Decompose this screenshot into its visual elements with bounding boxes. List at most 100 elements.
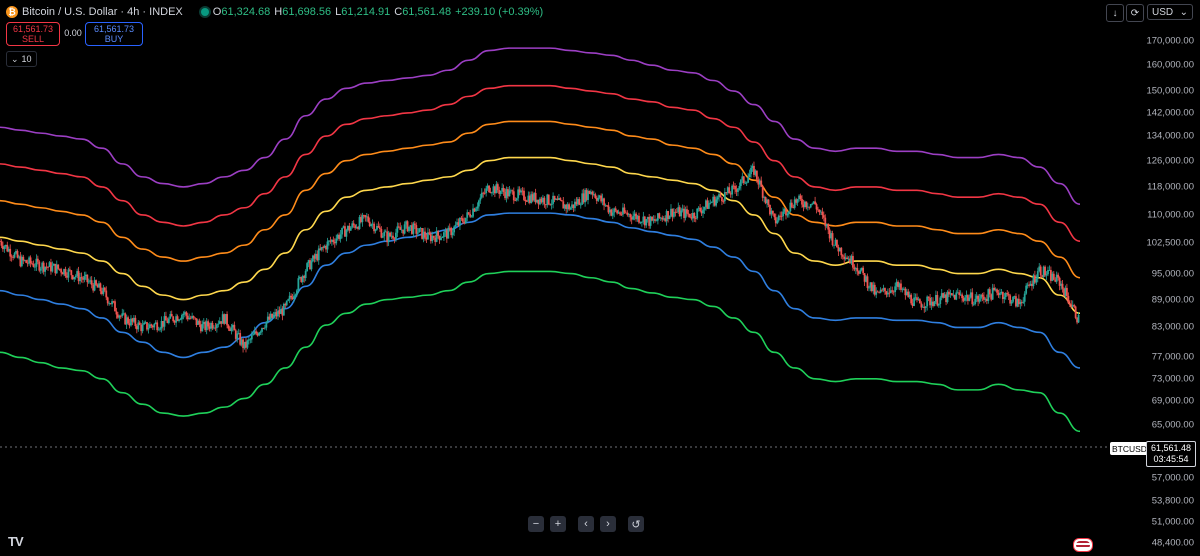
- candle: [805, 201, 808, 210]
- candle: [955, 290, 958, 301]
- minus-icon: −: [532, 518, 540, 530]
- candle: [1052, 270, 1055, 281]
- chevron-left-icon: ‹: [584, 518, 588, 530]
- candle: [645, 218, 648, 228]
- y-tick-label: 57,000.00: [1151, 472, 1194, 484]
- bitcoin-icon: ₿: [6, 6, 18, 18]
- zoom-in-button[interactable]: +: [550, 516, 566, 532]
- candle: [464, 217, 467, 225]
- candle: [983, 292, 985, 304]
- price-axis[interactable]: 170,000.00 160,000.00 150,000.00 142,000.00…: [1138, 0, 1200, 556]
- candle: [345, 228, 348, 242]
- candle: [44, 266, 47, 277]
- candle: [211, 320, 214, 331]
- y-tick-label: 65,000.00: [1151, 419, 1194, 431]
- candle: [1058, 276, 1061, 291]
- candle: [991, 283, 994, 300]
- buy-price: 61,561.73: [93, 24, 135, 34]
- candle: [737, 187, 739, 197]
- candle: [742, 175, 745, 185]
- reset-chart-button[interactable]: ↺: [628, 516, 644, 532]
- candle: [477, 199, 480, 211]
- candle: [753, 161, 755, 178]
- y-tick-label: 118,000.00: [1147, 181, 1194, 193]
- candle: [900, 279, 902, 293]
- candle: [543, 196, 546, 208]
- candle: [86, 274, 89, 287]
- candle: [383, 229, 386, 241]
- candle: [696, 208, 699, 220]
- zoom-out-button[interactable]: −: [528, 516, 544, 532]
- candle: [578, 196, 581, 205]
- candle: [833, 244, 835, 249]
- candle: [153, 322, 156, 331]
- candle: [73, 276, 76, 283]
- candle: [106, 296, 109, 306]
- candle: [508, 186, 511, 197]
- last-price-value: 61,561.48: [1150, 443, 1192, 453]
- candle: [317, 245, 320, 265]
- candle: [447, 225, 450, 239]
- candle: [640, 221, 643, 227]
- download-button[interactable]: ↓: [1106, 4, 1124, 22]
- candle: [684, 206, 687, 221]
- scroll-back-button[interactable]: ‹: [578, 516, 594, 532]
- candle: [520, 188, 522, 196]
- symbol-title[interactable]: Bitcoin / U.S. Dollar · 4h · INDEX: [22, 6, 183, 18]
- price-chart[interactable]: [0, 0, 1138, 556]
- candle: [367, 213, 370, 223]
- candle: [814, 196, 816, 205]
- candle: [910, 293, 913, 306]
- band-line-purple: [0, 47, 1081, 205]
- candle: [450, 226, 453, 238]
- y-tick-label: 170,000.00: [1146, 35, 1194, 47]
- candle: [846, 255, 849, 260]
- candle: [739, 178, 742, 191]
- candle: [971, 288, 974, 307]
- scroll-forward-button[interactable]: ›: [600, 516, 616, 532]
- y-tick-label: 48,400.00: [1151, 537, 1194, 549]
- candle: [443, 230, 445, 241]
- indicator-toggle[interactable]: ⌄ 10: [6, 51, 37, 67]
- candle: [961, 292, 964, 303]
- candle: [408, 226, 410, 233]
- candle: [459, 217, 461, 231]
- y-tick-label: 83,000.00: [1151, 321, 1194, 333]
- candle: [35, 254, 38, 271]
- sell-label: SELL: [21, 34, 45, 44]
- candle: [165, 311, 167, 321]
- us-flag-icon[interactable]: [1073, 538, 1093, 552]
- candle: [999, 288, 1001, 299]
- y-tick-label: 134,000.00: [1146, 130, 1194, 142]
- candle: [265, 321, 268, 331]
- open-value: 61,324.68: [221, 6, 271, 18]
- bar-countdown: 03:45:54: [1153, 454, 1189, 464]
- candle: [288, 291, 291, 304]
- candle: [290, 293, 293, 301]
- candle: [958, 289, 961, 299]
- candle: [916, 293, 918, 303]
- candle: [929, 293, 931, 308]
- candle: [939, 295, 942, 308]
- band-lines: [0, 47, 1081, 433]
- candle: [600, 193, 603, 204]
- candle: [889, 286, 892, 294]
- candle: [547, 194, 550, 206]
- candle: [233, 321, 236, 331]
- candle: [512, 187, 515, 204]
- candle: [568, 202, 571, 212]
- candle: [361, 212, 364, 227]
- high-key: H: [274, 6, 283, 18]
- tradingview-logo[interactable]: TV: [8, 534, 24, 549]
- candle: [141, 320, 144, 334]
- band-line-yellow: [0, 156, 1081, 315]
- candle: [668, 215, 671, 220]
- chevron-right-icon: ›: [606, 518, 610, 530]
- buy-button[interactable]: 61,561.73 BUY: [85, 22, 143, 46]
- sell-button[interactable]: 61,561.73 SELL: [6, 22, 60, 46]
- change-value: +239.10 (+0.39%): [455, 6, 544, 18]
- indicator-count: 10: [21, 54, 32, 64]
- y-tick-label: 160,000.00: [1146, 59, 1194, 71]
- candle: [693, 212, 696, 222]
- candle: [1074, 305, 1077, 320]
